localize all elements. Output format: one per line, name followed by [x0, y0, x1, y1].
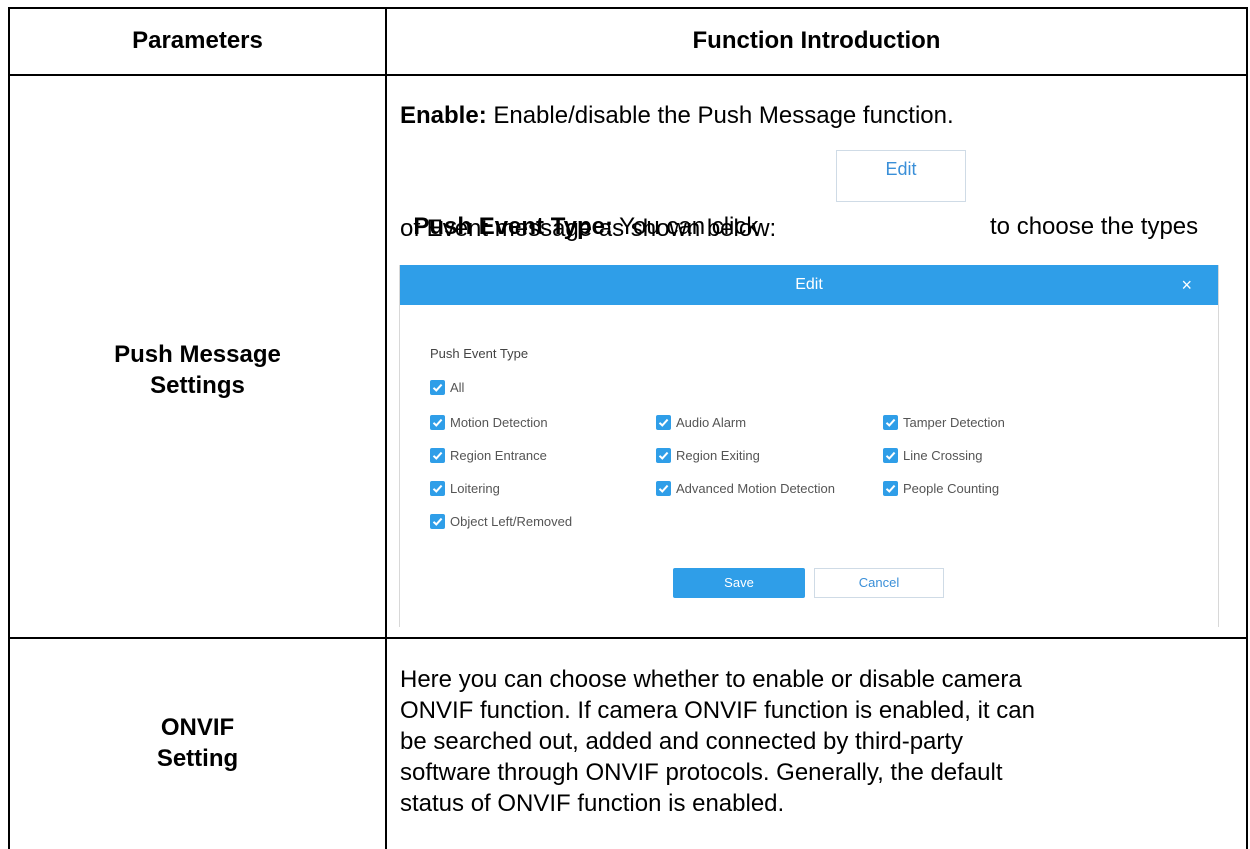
checkbox-line-crossing[interactable]: Line Crossing [883, 447, 983, 467]
onvif-line: Here you can choose whether to enable or… [400, 666, 1022, 693]
checkbox-checked-icon [430, 415, 445, 431]
checkbox-checked-icon [656, 415, 671, 431]
checkbox-checked-icon [430, 380, 445, 396]
row-label-line: Setting [156, 745, 239, 772]
checkbox-advanced-motion-detection[interactable]: Advanced Motion Detection [656, 480, 835, 500]
checkbox-label: Region Exiting [676, 448, 760, 463]
onvif-line: ONVIF function. If camera ONVIF function… [400, 697, 1035, 724]
checkbox-loitering[interactable]: Loitering [430, 480, 500, 500]
checkbox-label: Audio Alarm [676, 415, 747, 430]
push-event-type-text-after: to choose the types [983, 213, 1199, 240]
enable-text: Enable/disable the Push Message function… [486, 102, 954, 129]
table-top-border [8, 7, 1248, 9]
row-label-line: Push Message [114, 341, 281, 368]
checkbox-checked-icon [656, 448, 671, 464]
push-event-type-paragraph-after: to choose the types [970, 180, 1198, 242]
dialog-section-title: Push Event Type [430, 346, 529, 361]
column-divider [385, 7, 387, 849]
checkbox-checked-icon [430, 448, 445, 464]
checkbox-label: All [450, 380, 465, 395]
edit-button[interactable]: Edit [836, 150, 966, 202]
checkbox-label: Region Entrance [450, 448, 547, 463]
edit-dialog: Edit × Push Event Type All Motion Detect… [399, 265, 1219, 627]
table-right-border [1246, 7, 1248, 849]
checkbox-all[interactable]: All [430, 379, 464, 399]
dialog-title: Edit [795, 276, 823, 293]
dialog-header: Edit × [400, 265, 1218, 305]
top-cutoff-text [30, 0, 230, 6]
close-icon[interactable]: × [1181, 265, 1192, 305]
row-label-line: Settings [150, 372, 245, 399]
onvif-description: Here you can choose whether to enable or… [400, 664, 1035, 819]
row-label-push-message-settings: Push Message Settings [10, 339, 385, 401]
checkbox-label: People Counting [903, 481, 1000, 496]
checkbox-label: Advanced Motion Detection [676, 481, 835, 496]
header-parameters: Parameters [132, 27, 263, 54]
checkbox-region-entrance[interactable]: Region Entrance [430, 447, 547, 467]
checkbox-checked-icon [883, 448, 898, 464]
checkbox-label: Motion Detection [450, 415, 548, 430]
row-label-line: ONVIF [160, 714, 235, 741]
checkbox-object-left-removed[interactable]: Object Left/Removed [430, 513, 572, 533]
onvif-line: status of ONVIF function is enabled. [400, 790, 785, 817]
checkbox-motion-detection[interactable]: Motion Detection [430, 414, 548, 434]
checkbox-label: Tamper Detection [903, 415, 1005, 430]
enable-label: Enable: [400, 102, 487, 129]
push-event-type-text-line2: of Event message as shown below: [400, 215, 777, 242]
cancel-button[interactable]: Cancel [814, 568, 944, 598]
header-function-introduction: Function Introduction [692, 27, 941, 54]
checkbox-label: Loitering [450, 481, 500, 496]
row-divider [8, 637, 1248, 639]
checkbox-audio-alarm[interactable]: Audio Alarm [656, 414, 746, 434]
header-bottom-border [8, 74, 1248, 76]
save-button[interactable]: Save [673, 568, 805, 598]
checkbox-checked-icon [430, 481, 445, 497]
enable-paragraph: Enable: Enable/disable the Push Message … [400, 100, 954, 131]
checkbox-people-counting[interactable]: People Counting [883, 480, 999, 500]
row-label-onvif-setting: ONVIF Setting [10, 712, 385, 774]
checkbox-checked-icon [883, 481, 898, 497]
onvif-line: software through ONVIF protocols. Genera… [400, 759, 1003, 786]
checkbox-region-exiting[interactable]: Region Exiting [656, 447, 760, 467]
push-event-type-paragraph-line2: of Event message as shown below: [400, 213, 776, 244]
checkbox-label: Line Crossing [903, 448, 983, 463]
checkbox-checked-icon [656, 481, 671, 497]
onvif-line: be searched out, added and connected by … [400, 728, 964, 755]
checkbox-tamper-detection[interactable]: Tamper Detection [883, 414, 1005, 434]
checkbox-label: Object Left/Removed [450, 514, 573, 529]
checkbox-checked-icon [883, 415, 898, 431]
checkbox-checked-icon [430, 514, 445, 530]
